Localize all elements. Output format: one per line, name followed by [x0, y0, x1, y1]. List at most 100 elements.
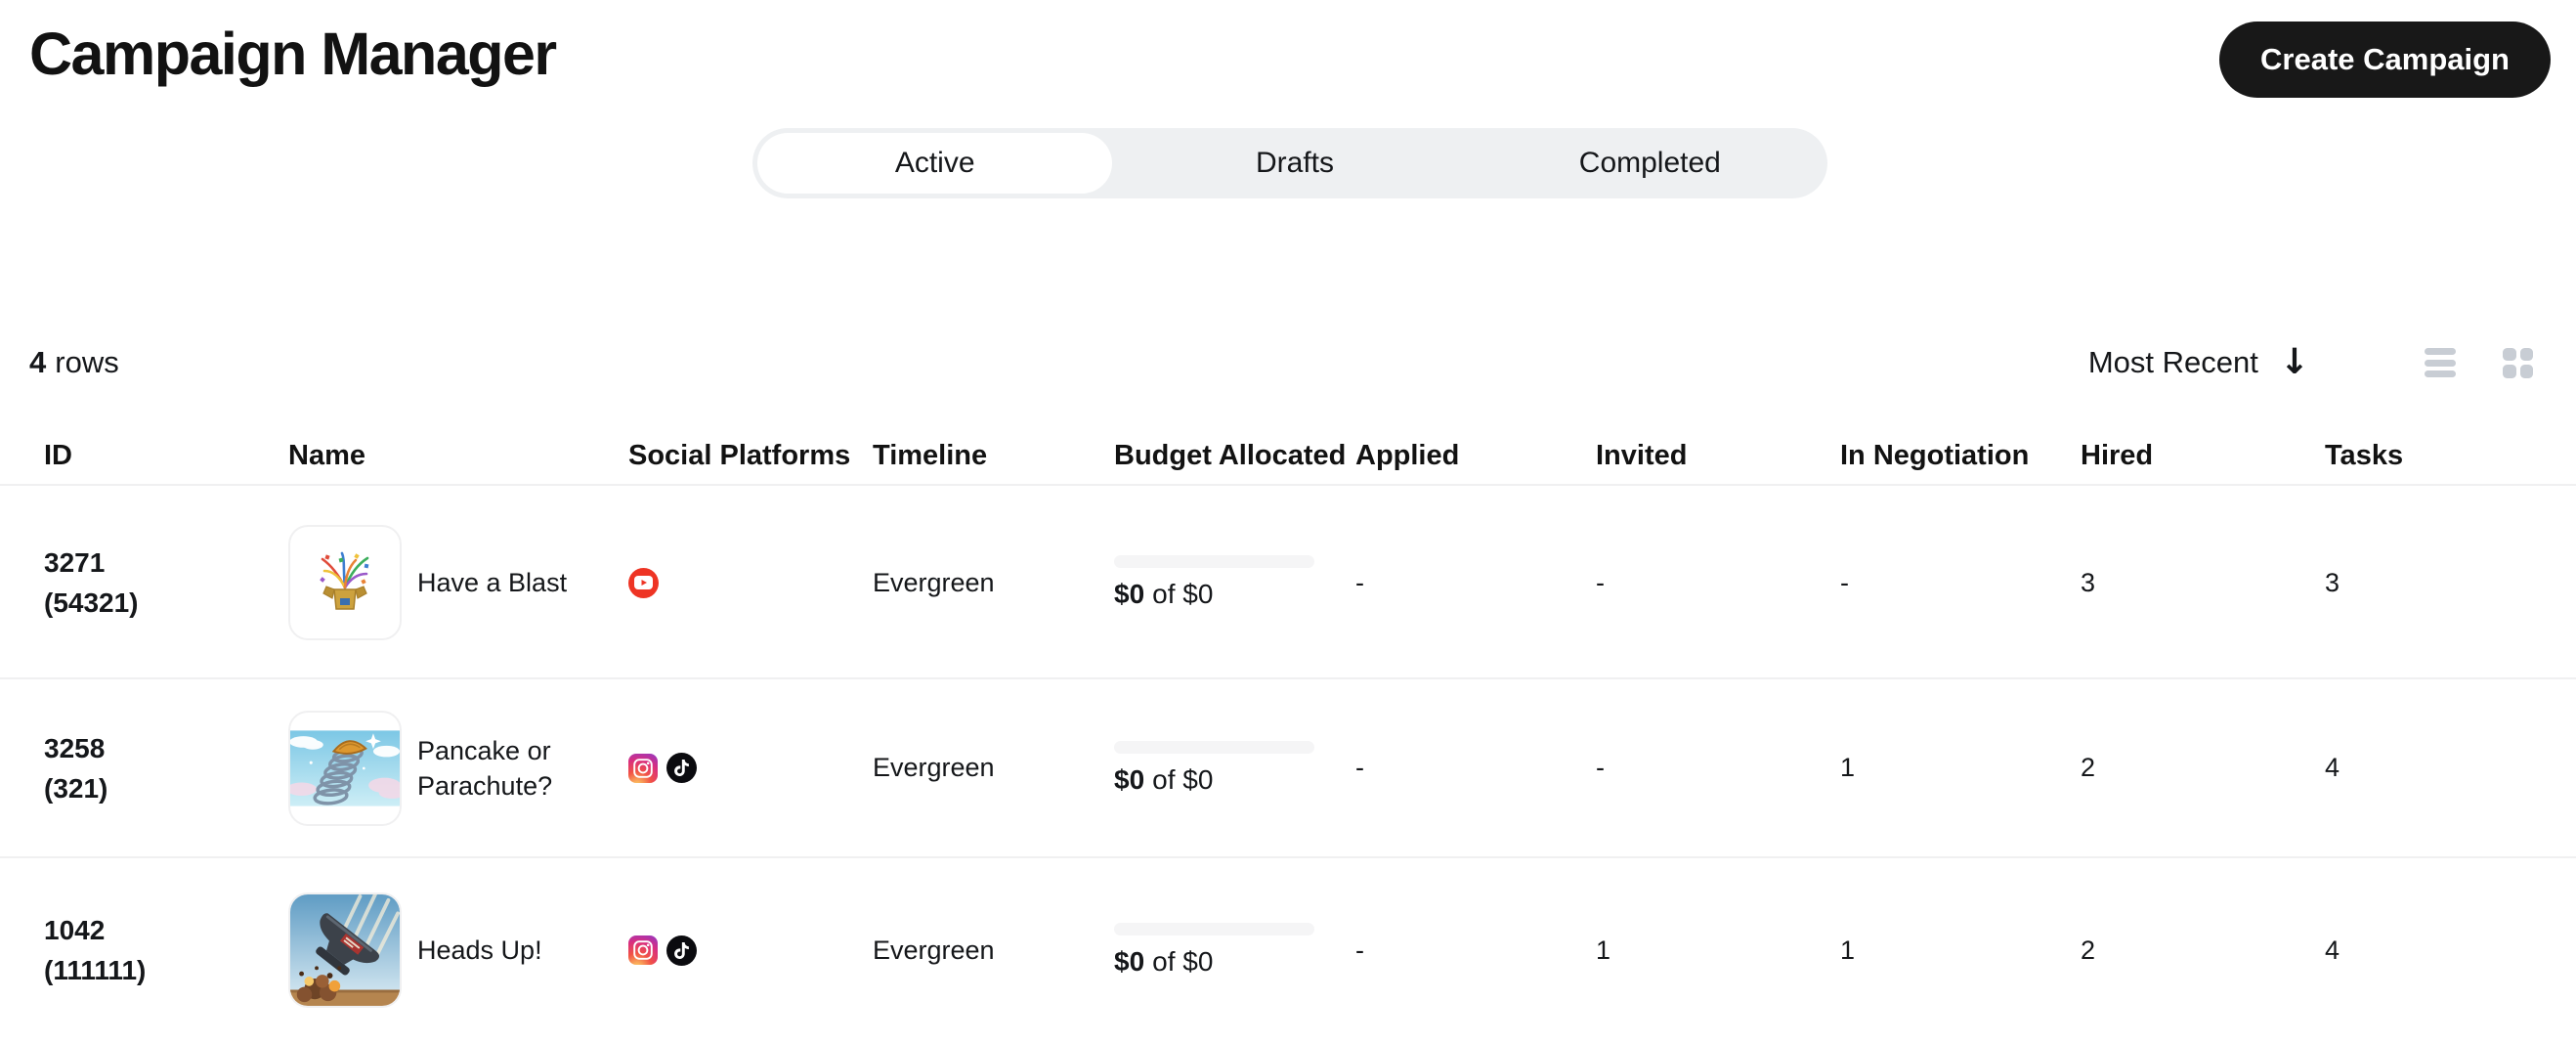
table-body: 3271 (54321) Have a Blast Evergreen $0 o…	[0, 488, 2576, 1042]
budget-spent: $0	[1114, 579, 1145, 609]
campaign-name: Heads Up!	[417, 935, 542, 965]
budget-cell: $0 of $0	[1114, 923, 1355, 978]
create-campaign-button[interactable]: Create Campaign	[2219, 22, 2551, 98]
campaign-id: 3271 (54321)	[44, 543, 288, 623]
column-header-id: ID	[44, 440, 72, 471]
campaign-id-secondary: (111111)	[44, 955, 147, 985]
page-title: Campaign Manager	[29, 21, 557, 87]
campaign-row[interactable]: 3271 (54321) Have a Blast Evergreen $0 o…	[0, 488, 2576, 679]
list-bar	[2425, 348, 2456, 355]
sort-label: Most Recent	[2087, 345, 2258, 379]
applied-value: -	[1355, 935, 1364, 965]
campaign-thumbnail-confetti-box	[288, 525, 402, 640]
campaign-row[interactable]: 1042 (111111) Heads Up! Evergreen $0 of …	[0, 858, 2576, 1042]
campaign-id: 3258 (321)	[44, 728, 288, 808]
in-negotiation-value: 1	[1840, 753, 1856, 782]
tiktok-note-glyph	[674, 760, 689, 776]
column-header-tasks: Tasks	[2325, 440, 2404, 471]
grid-square	[2503, 347, 2516, 361]
campaign-thumbnail-falling-anvil	[288, 892, 402, 1008]
tab-drafts[interactable]: Drafts	[1117, 128, 1472, 198]
campaign-name-cell: Pancake or Parachute?	[288, 710, 628, 826]
tab-completed[interactable]: Completed	[1473, 128, 1827, 198]
column-header-timeline: Timeline	[873, 440, 988, 471]
grid-view-icon[interactable]	[2503, 347, 2533, 378]
toolbar-right: Most Recent ↓	[2088, 345, 2533, 380]
column-header-budget-allocated: Budget Allocated	[1114, 440, 1347, 471]
column-header-in-negotiation: In Negotiation	[1840, 440, 2030, 471]
timeline-value: Evergreen	[873, 753, 995, 782]
status-tabbar: Active Drafts Completed	[752, 128, 1827, 198]
column-header-hired: Hired	[2081, 440, 2154, 471]
table-toolbar: 4 rows Most Recent ↓	[29, 338, 2533, 387]
sort-control[interactable]: Most Recent ↓	[2088, 345, 2309, 380]
spring-pancake-art	[290, 729, 400, 806]
column-header-applied: Applied	[1355, 440, 1460, 471]
budget-text: $0 of $0	[1114, 579, 1355, 610]
budget-of-label: of $0	[1152, 946, 1214, 977]
budget-spent: $0	[1114, 763, 1145, 795]
social-platforms-cell	[628, 567, 873, 598]
grid-square	[2519, 347, 2533, 361]
budget-of-label: of $0	[1152, 763, 1214, 795]
table-header: ID Name Social Platforms Timeline Budget…	[0, 440, 2576, 486]
column-header-name: Name	[288, 440, 365, 471]
campaign-name: Pancake or Parachute?	[417, 735, 553, 801]
timeline-value: Evergreen	[873, 567, 995, 597]
list-bar	[2425, 359, 2456, 367]
tab-active[interactable]: Active	[757, 133, 1113, 194]
timeline-value: Evergreen	[873, 935, 995, 965]
social-platforms-cell	[628, 753, 873, 783]
row-count: 4 rows	[29, 345, 119, 380]
applied-value: -	[1355, 567, 1364, 597]
campaign-id-primary: 3271	[44, 547, 106, 578]
row-count-number: 4	[29, 345, 47, 379]
campaign-name-cell: Heads Up!	[288, 892, 628, 1008]
grid-square	[2503, 365, 2516, 378]
campaign-name: Have a Blast	[417, 568, 568, 597]
list-bar	[2425, 370, 2456, 377]
sort-descending-arrow-icon: ↓	[2279, 342, 2309, 382]
confetti-box-art	[320, 551, 369, 610]
campaign-name-cell: Have a Blast	[288, 525, 628, 640]
hired-value: 2	[2081, 935, 2096, 965]
hired-value: 3	[2081, 567, 2096, 597]
instagram-camera-glyph	[633, 758, 653, 778]
budget-progress-bar	[1114, 555, 1314, 568]
invited-value: -	[1596, 753, 1605, 782]
budget-spent: $0	[1114, 946, 1145, 977]
applied-value: -	[1355, 753, 1364, 782]
campaign-id-secondary: (321)	[44, 772, 108, 804]
youtube-play-glyph	[634, 576, 653, 589]
tiktok-icon	[666, 935, 697, 966]
budget-text: $0 of $0	[1114, 764, 1355, 796]
column-header-invited: Invited	[1596, 440, 1688, 471]
list-view-icon[interactable]	[2425, 348, 2456, 377]
budget-text: $0 of $0	[1114, 946, 1355, 978]
campaign-manager-page: Campaign Manager Create Campaign Active …	[0, 0, 2576, 1044]
column-header-social-platforms: Social Platforms	[628, 440, 851, 471]
instagram-icon	[628, 935, 658, 965]
tasks-value: 4	[2325, 753, 2340, 782]
tasks-value: 4	[2325, 935, 2340, 965]
campaign-thumbnail-spring-pancake	[288, 710, 402, 826]
campaign-row[interactable]: 3258 (321) Pancake or Parachute? Evergre…	[0, 679, 2576, 858]
budget-cell: $0 of $0	[1114, 555, 1355, 610]
tasks-value: 3	[2325, 567, 2340, 597]
tiktok-icon	[666, 753, 697, 783]
campaign-id-secondary: (54321)	[44, 587, 139, 618]
instagram-icon	[628, 753, 658, 783]
tiktok-note-glyph	[674, 941, 689, 959]
in-negotiation-value: 1	[1840, 935, 1856, 965]
campaign-id: 1042 (111111)	[44, 910, 288, 990]
hired-value: 2	[2081, 753, 2096, 782]
social-platforms-cell	[628, 935, 873, 966]
falling-anvil-art	[290, 894, 400, 1006]
budget-progress-bar	[1114, 740, 1314, 754]
invited-value: 1	[1596, 935, 1611, 965]
invited-value: -	[1596, 567, 1605, 597]
budget-progress-bar	[1114, 923, 1314, 935]
youtube-icon	[628, 567, 659, 598]
campaign-id-primary: 1042	[44, 915, 106, 945]
grid-square	[2519, 365, 2533, 378]
